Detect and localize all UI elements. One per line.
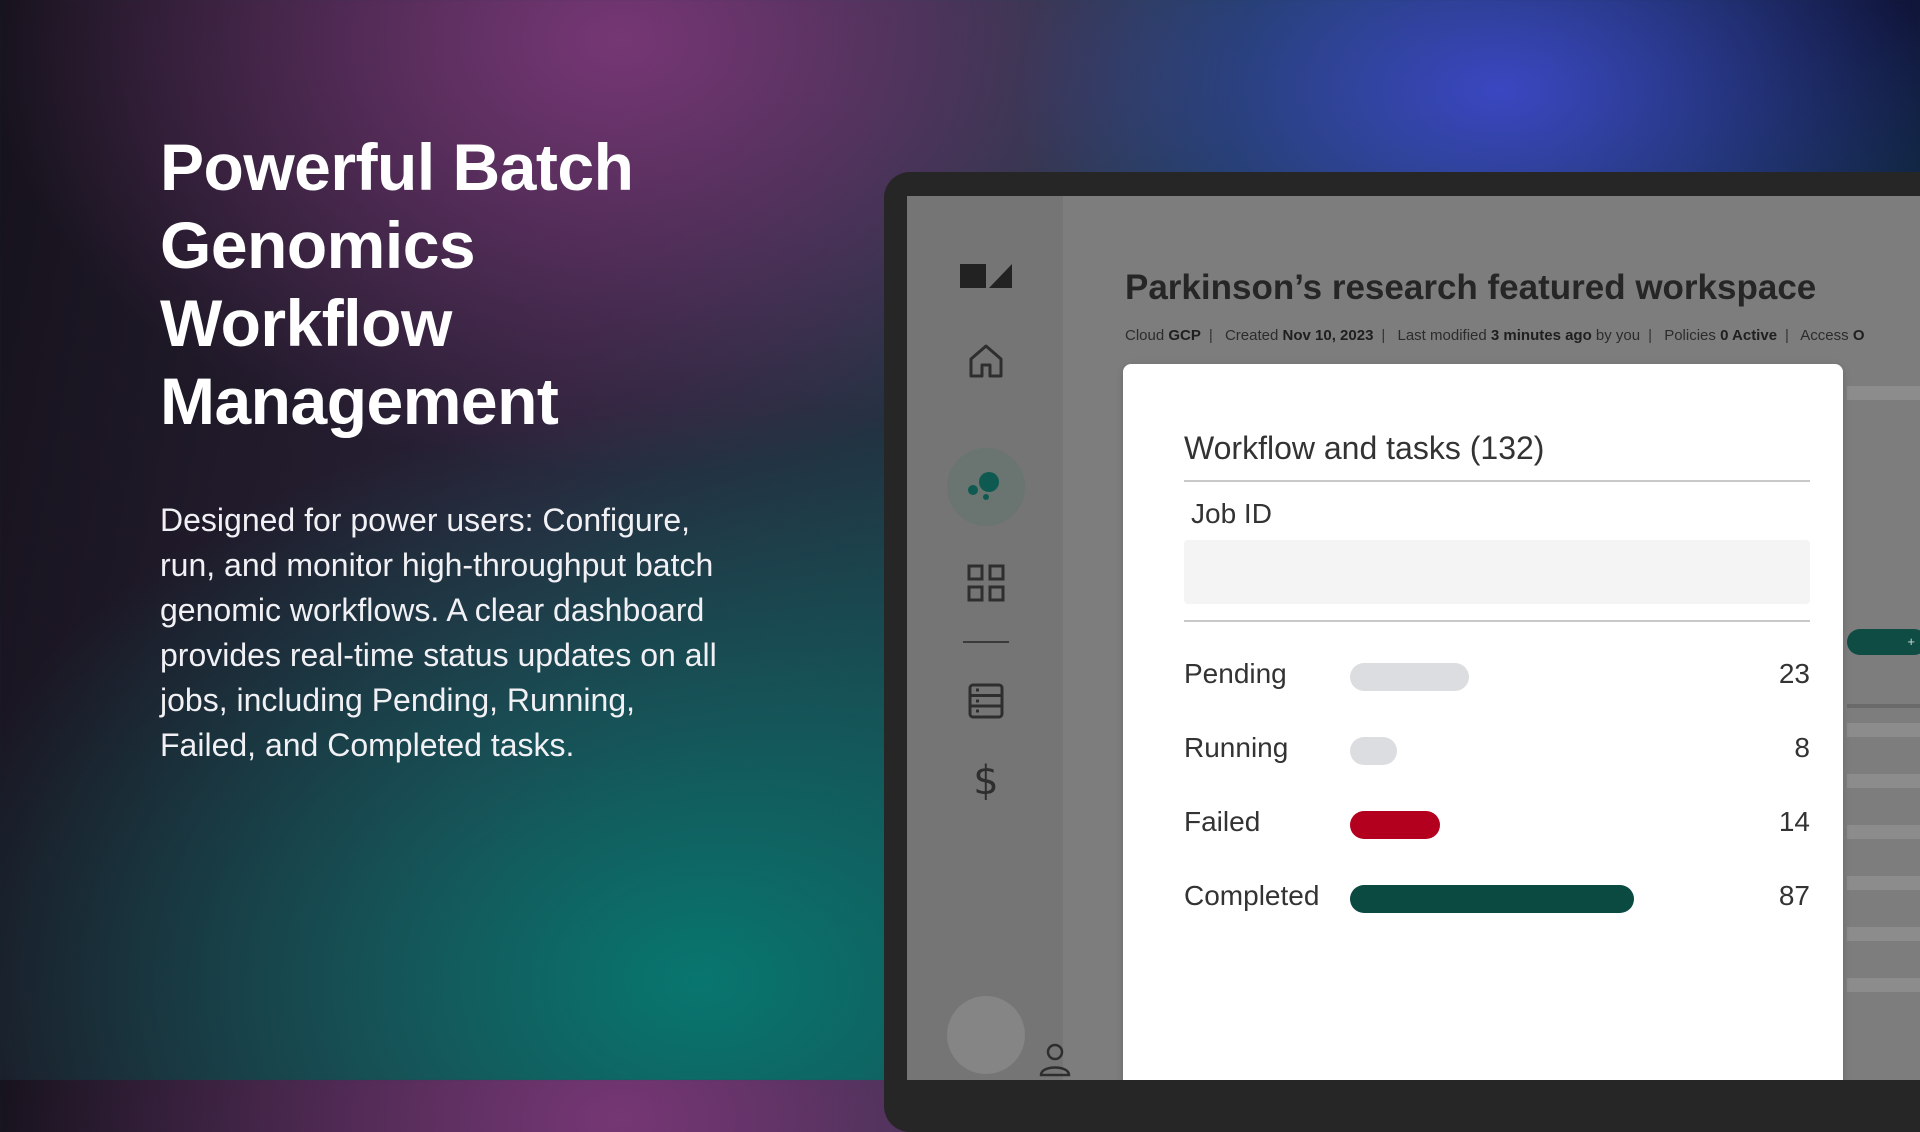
card-divider [1184,480,1810,482]
status-bar [1350,663,1469,691]
workflow-icon[interactable] [961,462,1011,512]
home-icon[interactable] [961,336,1011,386]
meta-access-label: Access [1800,327,1849,344]
hero-description: Designed for power users: Configure, run… [160,502,717,763]
status-label: Pending [1184,658,1287,689]
status-label: Completed [1184,880,1320,911]
workspace-meta: Cloud GCP | Created Nov 10, 2023 | Last mo… [1125,327,1865,344]
nav-divider [963,641,1009,643]
status-row-pending[interactable]: Pending 23 [1184,656,1810,696]
job-id-label: Job ID [1191,498,1272,529]
grid-icon[interactable] [961,558,1011,608]
status-bar-track [1350,663,1710,691]
status-bar-track [1350,885,1710,913]
avatar[interactable] [947,996,1025,1074]
status-count: 87 [1778,880,1810,911]
status-bar [1350,737,1397,765]
user-icon[interactable] [1037,1041,1073,1077]
meta-created-label: Created [1224,327,1279,344]
table-icon[interactable] [961,676,1011,726]
meta-created-value: Nov 10, 2023 [1282,327,1374,344]
logo-icon [960,264,1012,288]
background-row [1847,927,1920,941]
dollar-icon[interactable]: $ [961,756,1011,806]
background-row [1847,704,1920,708]
status-bar-track [1350,811,1710,839]
workspace-title: Parkinson’s research featured workspace [1125,268,1817,307]
status-bar [1350,885,1635,913]
background-row [1847,876,1920,890]
status-row-completed[interactable]: Completed 87 [1184,878,1810,918]
status-row-failed[interactable]: Failed 14 [1184,804,1810,844]
meta-cloud-label: Cloud [1125,327,1165,344]
background-row [1847,774,1920,788]
status-label: Failed [1184,806,1261,837]
status-row-running[interactable]: Running 8 [1184,730,1810,770]
hero-title: Powerful Batch Genomics Workflow Managem… [160,130,634,438]
background-row [1847,978,1920,992]
status-count: 8 [1794,732,1810,763]
sidebar: $ [907,196,1063,1080]
background-add-button[interactable]: + [1847,629,1920,655]
meta-cloud-value: GCP [1168,327,1201,344]
status-label: Running [1184,732,1289,763]
status-count: 14 [1778,806,1810,837]
background-row [1847,386,1920,400]
job-id-input[interactable] [1184,540,1810,604]
status-bar-track [1350,737,1710,765]
meta-modified-suffix: by you [1595,327,1641,344]
meta-modified-label: Last modified [1397,327,1487,344]
status-bar [1350,811,1440,839]
card-divider [1184,620,1810,622]
meta-policies-value: 0 Active [1720,327,1778,344]
dollar-glyph: $ [973,758,999,804]
app-screen: $ Parkinson’s research featured workspac… [907,196,1920,1080]
meta-modified-value: 3 minutes ago [1490,327,1592,344]
meta-policies-label: Policies [1664,327,1716,344]
status-count: 23 [1778,658,1810,689]
meta-access-value: O [1852,327,1865,344]
card-title: Workflow and tasks (132) [1184,430,1545,466]
workflow-card: Workflow and tasks (132) Job ID Pending 2… [1123,364,1843,1080]
background-row [1847,825,1920,839]
background-row [1847,723,1920,737]
